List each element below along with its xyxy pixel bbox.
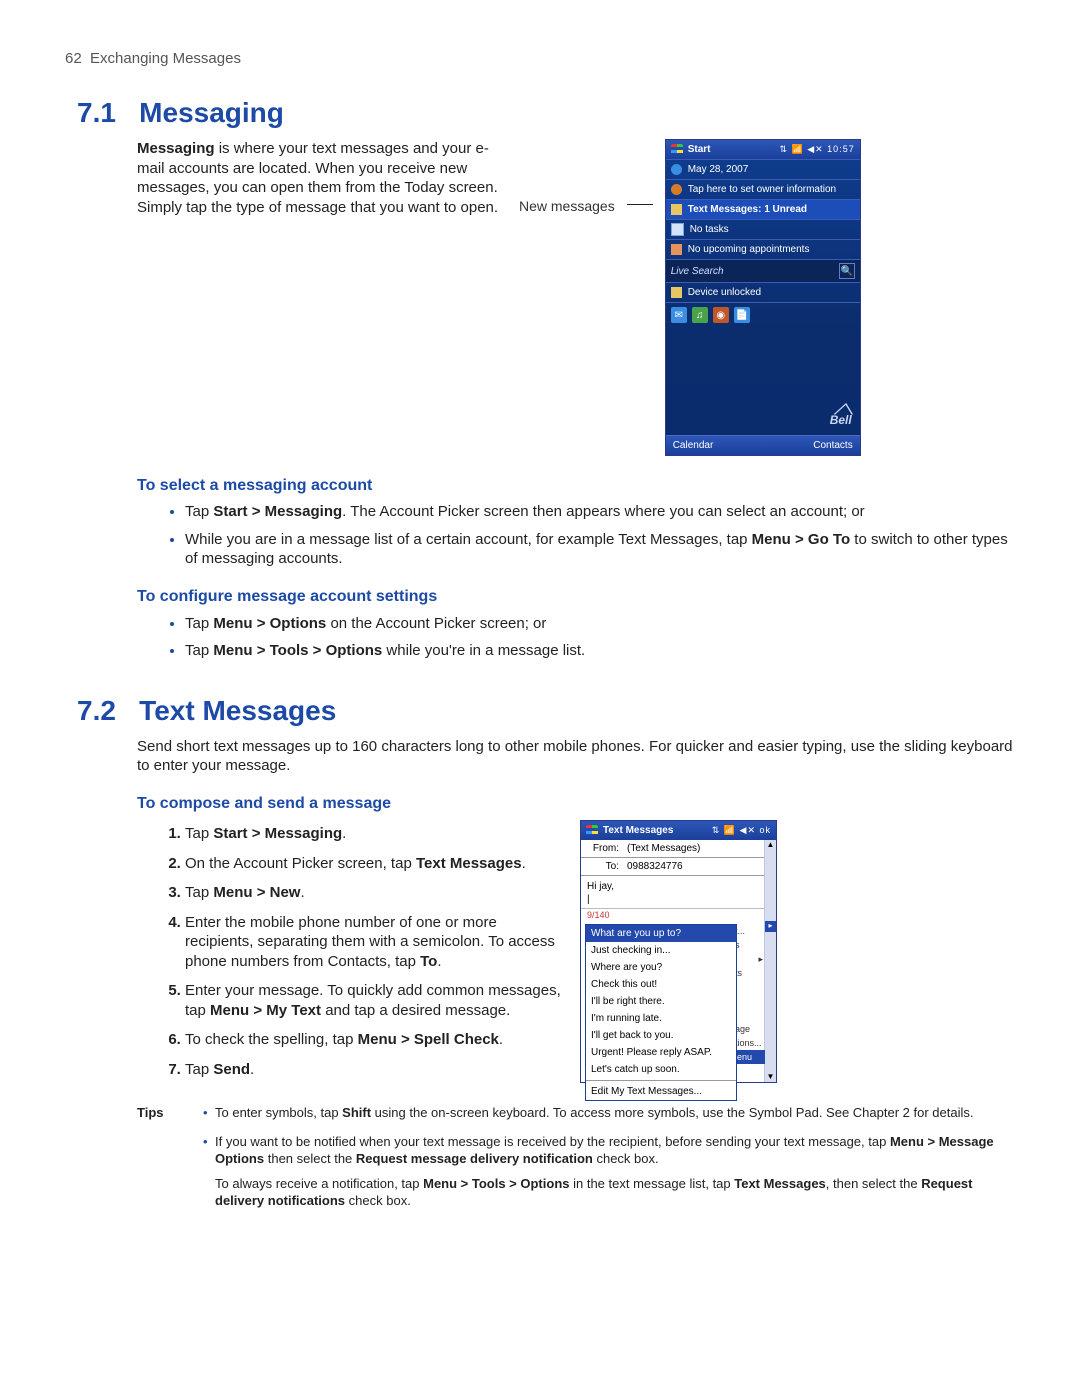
tip-2: If you want to be notified when your tex… [203,1134,1015,1210]
ss1-unlocked: Device unlocked [688,286,761,299]
bullet-config-1: Tap Menu > Options on the Account Picker… [185,614,1015,634]
ss2-background-menu: t... s ▸ ts age tions... lenu [733,924,765,1064]
ss2-from-row: From: (Text Messages) [581,840,765,858]
step-3: Tap Menu > New. [185,883,562,903]
clock-icon [671,164,682,175]
from-label: From: [587,842,619,855]
page-number: 62 [65,50,82,67]
intro-keyword: Messaging [137,140,215,157]
mytext-item-8: Let's catch up soon. [586,1061,736,1078]
step-7: Tap Send. [185,1060,562,1080]
mytext-edit: Edit My Text Messages... [586,1083,736,1100]
envelope-icon [671,204,682,215]
screenshot-text-compose: Text Messages ⇅ 📶 ◀✕ ok From: (Text Mess… [580,820,777,1083]
scroll-right-icon: ▸ [765,921,776,932]
ss2-char-count: 9/140 [581,909,765,924]
windows-flag-icon [671,144,683,156]
mytext-item-6: I'll get back to you. [586,1027,736,1044]
ss1-search-row: Live Search 🔍 [666,259,860,282]
screenshot-today-screen: Start ⇅ 📶 ◀✕ 10:57 May 28, 2007 Tap here… [665,139,861,456]
page-header: 62 Exchanging Messages [65,50,1015,67]
subhead-select-account: To select a messaging account [137,476,1015,497]
section-title: Text Messages [139,695,336,727]
step-4: Enter the mobile phone number of one or … [185,913,562,972]
ss2-titlebar: Text Messages ⇅ 📶 ◀✕ ok [581,821,776,840]
ss2-title: Text Messages [603,824,673,837]
section-7-2-intro: Send short text messages up to 160 chara… [137,737,1015,776]
callout-new-messages: New messages [519,197,615,215]
mytext-item-4: I'll be right there. [586,993,736,1010]
mytext-item-7: Urgent! Please reply ASAP. [586,1044,736,1061]
step-5: Enter your message. To quickly add commo… [185,981,562,1020]
ss1-calendar-softkey: Calendar [673,439,714,452]
section-7-1-head: 7.1 Messaging [77,97,1015,129]
ss1-owner-row: Tap here to set owner information [666,179,860,199]
tips-label: Tips [137,1105,177,1221]
mytext-item-5: I'm running late. [586,1010,736,1027]
ss1-appts-row: No upcoming appointments [666,239,860,259]
ss1-softkey-bar: Calendar Contacts [666,435,860,455]
from-value: (Text Messages) [627,842,700,855]
ss2-scrollbar: ▲ ▸ ▼ [764,840,776,1082]
ss1-tasks-row: No tasks [666,219,860,239]
mytext-item-2: Where are you? [586,959,736,976]
ss1-tasks: No tasks [690,223,729,236]
bullet-select-1: Tap Start > Messaging. The Account Picke… [185,502,1015,522]
mytext-item-3: Check this out! [586,976,736,993]
bell-logo-arc: ⟋⟍ [674,405,852,413]
subhead-compose: To compose and send a message [137,794,1015,815]
ss1-launcher-row: ✉ ♫ ◉ 📄 [666,302,860,327]
mytext-menu: What are you up to? Just checking in... … [585,924,737,1101]
owner-icon [671,184,682,195]
tip-1: To enter symbols, tap Shift using the on… [203,1105,1015,1122]
launcher-icon-3: ◉ [713,307,729,323]
to-label: To: [587,860,619,873]
scroll-up-icon: ▲ [767,840,775,850]
ss1-start-label: Start [688,143,711,156]
bell-logo: ⟋⟍ Bell [666,397,860,435]
section-7-2-head: 7.2 Text Messages [77,695,1015,727]
ss1-contacts-softkey: Contacts [813,439,852,452]
mytext-item-0: What are you up to? [586,925,736,942]
step-6: To check the spelling, tap Menu > Spell … [185,1030,562,1050]
ss1-appts: No upcoming appointments [688,243,810,256]
ss1-owner: Tap here to set owner information [688,183,836,196]
ss2-status-icons: ⇅ 📶 ◀✕ ok [712,825,771,837]
bullet-config-2: Tap Menu > Tools > Options while you're … [185,641,1015,661]
ss1-titlebar: Start ⇅ 📶 ◀✕ 10:57 [666,140,860,159]
step-2: On the Account Picker screen, tap Text M… [185,854,562,874]
bell-logo-text: Bell [830,413,852,427]
ss2-message-body: Hi jay,| [581,876,765,908]
mytext-item-1: Just checking in... [586,942,736,959]
ss2-to-row: To: 0988324776 [581,858,765,876]
section-number: 7.2 [77,695,135,727]
chapter-title: Exchanging Messages [90,50,241,67]
ss1-date: May 28, 2007 [688,163,749,176]
section-number: 7.1 [77,97,135,129]
section-title: Messaging [139,97,284,129]
launcher-icon-4: 📄 [734,307,750,323]
scroll-down-icon: ▼ [767,1072,775,1082]
ss1-messages-row: Text Messages: 1 Unread [666,199,860,219]
ss1-status-icons: ⇅ 📶 ◀✕ 10:57 [779,144,854,156]
tasks-icon [671,223,684,236]
section-7-1-intro: Messaging is where your text messages an… [137,139,507,217]
launcher-icon-1: ✉ [671,307,687,323]
ss1-messages: Text Messages: 1 Unread [688,203,807,216]
to-value: 0988324776 [627,860,683,873]
step-1: Tap Start > Messaging. [185,824,562,844]
bullet-select-2: While you are in a message list of a cer… [185,530,1015,569]
search-icon: 🔍 [839,263,855,279]
windows-flag-icon [586,825,598,837]
callout-line [627,204,653,205]
ss1-unlocked-row: Device unlocked [666,282,860,302]
calendar-icon [671,244,682,255]
ss2-greeting: Hi jay, [587,881,614,892]
subhead-configure: To configure message account settings [137,587,1015,608]
launcher-icon-2: ♫ [692,307,708,323]
ss1-date-row: May 28, 2007 [666,159,860,179]
ss1-search-label: Live Search [671,265,724,278]
lock-icon [671,287,682,298]
